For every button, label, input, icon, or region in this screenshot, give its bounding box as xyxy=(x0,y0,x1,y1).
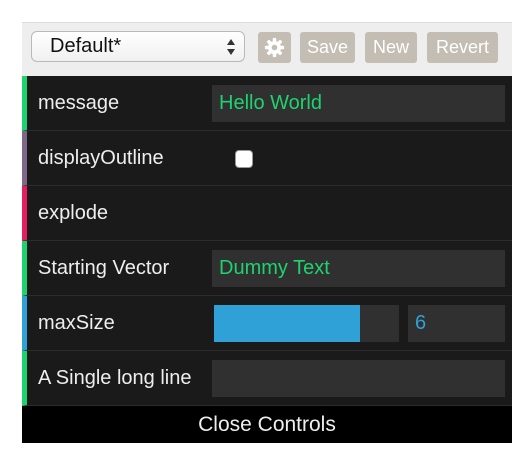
long-line-input[interactable] xyxy=(212,360,505,397)
controller-label: Starting Vector xyxy=(38,257,170,279)
controller-max-size: maxSize 6 xyxy=(22,296,512,351)
controller-long-line: A Single long line xyxy=(22,351,512,406)
close-controls-button[interactable]: Close Controls xyxy=(22,406,512,443)
gear-button[interactable] xyxy=(258,32,291,63)
preset-select-value: Default* xyxy=(50,35,122,57)
controller-label: displayOutline xyxy=(38,147,164,169)
starting-vector-input[interactable]: Dummy Text xyxy=(212,250,505,287)
revert-button[interactable]: Revert xyxy=(427,32,498,63)
save-button[interactable]: Save xyxy=(300,32,355,63)
controller-label: maxSize xyxy=(38,312,115,334)
display-outline-checkbox[interactable] xyxy=(235,150,253,168)
preset-select[interactable]: Default* xyxy=(31,31,245,62)
gui-panel: Default* Save New Revert message Hello W… xyxy=(22,22,512,443)
controller-message: message Hello World xyxy=(22,76,512,131)
max-size-number-input[interactable]: 6 xyxy=(408,305,505,342)
max-size-slider[interactable] xyxy=(214,305,399,342)
controller-starting-vector: Starting Vector Dummy Text xyxy=(22,241,512,296)
controller-list: message Hello World displayOutline explo… xyxy=(22,76,512,406)
slider-fill xyxy=(214,305,361,342)
message-input[interactable]: Hello World xyxy=(212,85,505,122)
controller-explode[interactable]: explode xyxy=(22,186,512,241)
save-row: Default* Save New Revert xyxy=(22,22,512,76)
controller-label: message xyxy=(38,92,120,114)
controller-label[interactable]: explode xyxy=(38,186,213,241)
select-arrows-icon xyxy=(227,39,235,55)
controller-display-outline: displayOutline xyxy=(22,131,512,186)
gear-icon xyxy=(264,37,285,58)
controller-label: A Single long line xyxy=(38,367,192,389)
new-button[interactable]: New xyxy=(365,32,417,63)
